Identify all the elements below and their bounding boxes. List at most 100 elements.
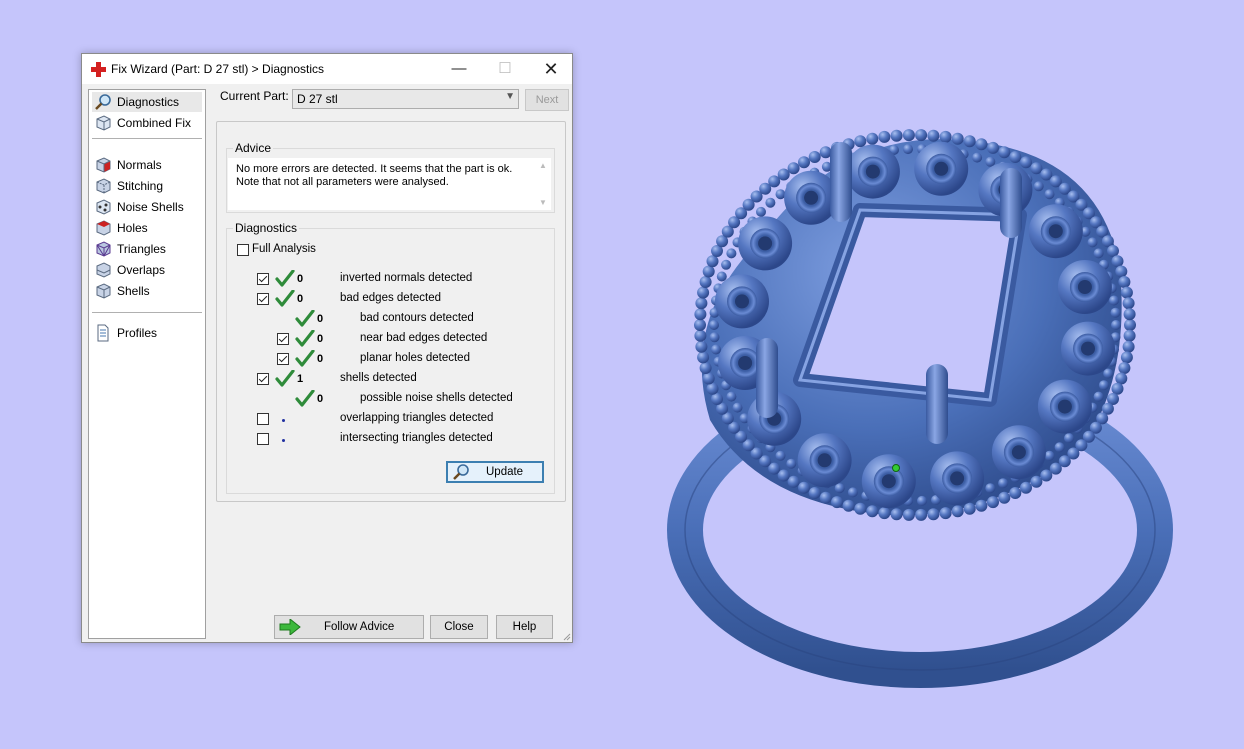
- overlapping-triangles-label: overlapping triangles detected: [340, 412, 494, 424]
- noise-shells-icon: [96, 199, 111, 215]
- intersecting-triangles-checkbox[interactable]: [257, 433, 269, 445]
- overlaps-cube-icon: [96, 262, 111, 278]
- magnifier-icon: [453, 464, 469, 480]
- nav-item-diagnostics[interactable]: Diagnostics: [92, 92, 202, 112]
- minimize-button[interactable]: —: [436, 54, 482, 84]
- nav-item-label: Noise Shells: [117, 200, 184, 214]
- update-button[interactable]: Update: [446, 461, 544, 483]
- noise-shells-count: 0: [317, 393, 324, 405]
- magnifier-icon: [95, 94, 111, 110]
- bad-edges-checkbox[interactable]: [257, 293, 269, 305]
- triangles-cube-icon: [96, 241, 111, 257]
- advice-title: Advice: [233, 141, 274, 155]
- title-bar[interactable]: Fix Wizard (Part: D 27 stl) > Diagnostic…: [82, 54, 572, 84]
- nav-item-profiles[interactable]: Profiles: [92, 323, 202, 343]
- close-button[interactable]: Close: [430, 615, 488, 639]
- advice-textbox[interactable]: No more errors are detected. It seems th…: [228, 158, 551, 210]
- nav-item-holes[interactable]: Holes: [92, 218, 202, 238]
- shells-checkbox[interactable]: [257, 373, 269, 385]
- pivot-marker: [892, 464, 900, 472]
- green-check-icon: [295, 390, 315, 407]
- nav-item-combined-fix[interactable]: Combined Fix: [92, 113, 202, 133]
- scroll-up-icon[interactable]: ▲: [539, 161, 547, 170]
- update-label: Update: [486, 466, 524, 478]
- shells-count: 1: [297, 373, 304, 385]
- nav-item-stitching[interactable]: Stitching: [92, 176, 202, 196]
- planar-holes-count: 0: [317, 353, 324, 365]
- not-analysed-dot-icon: [282, 439, 285, 442]
- nav-item-label: Overlaps: [117, 263, 166, 277]
- nav-item-label: Stitching: [117, 179, 164, 193]
- overlapping-triangles-checkbox[interactable]: [257, 413, 269, 425]
- shells-cube-icon: [96, 283, 111, 299]
- green-check-icon: [275, 270, 295, 287]
- nav-item-shells[interactable]: Shells: [92, 281, 202, 301]
- advice-group: Advice No more errors are detected. It s…: [226, 141, 555, 213]
- inverted-normals-checkbox[interactable]: [257, 273, 269, 285]
- nav-item-triangles[interactable]: Triangles: [92, 239, 202, 259]
- nav-item-label: Normals: [117, 158, 162, 172]
- window-title: Fix Wizard (Part: D 27 stl) > Diagnostic…: [111, 62, 325, 76]
- current-part-label: Current Part:: [220, 89, 289, 103]
- nav-item-normals[interactable]: Normals: [92, 155, 202, 175]
- planar-holes-label: planar holes detected: [360, 352, 470, 364]
- stitching-cube-icon: [96, 178, 111, 194]
- nav-item-label: Diagnostics: [117, 95, 180, 109]
- ring-model[interactable]: [660, 120, 1200, 700]
- not-analysed-dot-icon: [282, 419, 285, 422]
- current-part-value: D 27 stl: [297, 92, 338, 106]
- combined-fix-cube-icon: [96, 115, 111, 131]
- red-cross-icon: [91, 62, 106, 77]
- chevron-down-icon: ▼: [505, 91, 515, 102]
- diagnostics-panel: Advice No more errors are detected. It s…: [216, 121, 566, 502]
- nav-item-label: Holes: [117, 221, 148, 235]
- maximize-button[interactable]: ☐: [482, 54, 528, 84]
- green-check-icon: [295, 330, 315, 347]
- diagnostics-title: Diagnostics: [233, 221, 300, 235]
- advice-text: No more errors are detected. It seems th…: [236, 163, 513, 188]
- inverted-normals-label: inverted normals detected: [340, 272, 473, 284]
- shells-label: shells detected: [340, 372, 417, 384]
- noise-shells-label: possible noise shells detected: [360, 392, 513, 404]
- near-bad-edges-count: 0: [317, 333, 324, 345]
- resize-grip-icon[interactable]: [561, 631, 571, 641]
- near-bad-edges-label: near bad edges detected: [360, 332, 488, 344]
- follow-advice-label: Follow Advice: [324, 621, 395, 633]
- nav-item-label: Profiles: [117, 326, 158, 340]
- nav-item-noise-shells[interactable]: Noise Shells: [92, 197, 202, 217]
- nav-item-overlaps[interactable]: Overlaps: [92, 260, 202, 280]
- profiles-document-icon: [97, 324, 109, 342]
- normals-cube-icon: [96, 157, 111, 173]
- holes-cube-icon: [96, 220, 111, 236]
- scroll-down-icon[interactable]: ▼: [539, 198, 547, 207]
- current-part-dropdown[interactable]: D 27 stl ▼: [292, 89, 519, 109]
- green-arrow-icon: [279, 619, 301, 635]
- nav-item-label: Shells: [117, 284, 150, 298]
- planar-holes-checkbox[interactable]: [277, 353, 289, 365]
- green-check-icon: [295, 310, 315, 327]
- diagnostics-group: Diagnostics Full Analysis 0 inverted nor…: [226, 221, 555, 494]
- full-analysis-checkbox[interactable]: [237, 244, 249, 256]
- close-window-button[interactable]: ✕: [528, 54, 574, 84]
- follow-advice-button[interactable]: Follow Advice: [274, 615, 424, 639]
- bad-contours-count: 0: [317, 313, 324, 325]
- nav-item-label: Combined Fix: [117, 116, 192, 130]
- intersecting-triangles-label: intersecting triangles detected: [340, 432, 493, 444]
- nav-separator: [92, 312, 202, 313]
- fix-wizard-dialog: Fix Wizard (Part: D 27 stl) > Diagnostic…: [81, 53, 573, 643]
- nav-separator: [92, 138, 202, 139]
- wizard-nav-panel: Diagnostics Combined Fix Normals Stitchi…: [88, 89, 206, 639]
- bad-contours-label: bad contours detected: [360, 312, 474, 324]
- green-check-icon: [295, 350, 315, 367]
- bad-edges-label: bad edges detected: [340, 292, 442, 304]
- green-check-icon: [275, 370, 295, 387]
- inverted-normals-count: 0: [297, 273, 304, 285]
- nav-item-label: Triangles: [117, 242, 166, 256]
- green-check-icon: [275, 290, 295, 307]
- full-analysis-label: Full Analysis: [252, 243, 316, 255]
- next-button[interactable]: Next: [525, 89, 569, 111]
- bad-edges-count: 0: [297, 293, 304, 305]
- help-button[interactable]: Help: [496, 615, 553, 639]
- near-bad-edges-checkbox[interactable]: [277, 333, 289, 345]
- advice-scrollbar[interactable]: ▲ ▼: [536, 158, 551, 210]
